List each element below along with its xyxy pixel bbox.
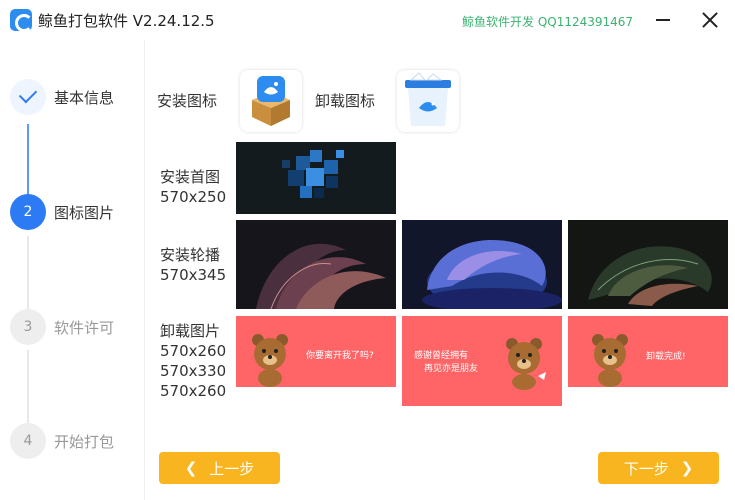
uninstall-size-3: 570x260 — [160, 382, 227, 400]
developer-info: 鲸鱼软件开发 QQ1124391467 — [462, 15, 634, 29]
chevron-left-icon: ❮ — [184, 459, 198, 477]
bloom-art — [422, 240, 562, 309]
app-logo-icon — [10, 9, 33, 32]
step-4-label[interactable]: 开始打包 — [54, 431, 114, 452]
uninstall-text-1: 你要离开我了吗? — [306, 351, 374, 361]
step-connector — [27, 124, 29, 200]
title-bar: 鲸鱼打包软件 V2.24.12.5 鲸鱼软件开发 QQ1124391467 — [0, 0, 735, 40]
minimize-icon — [656, 19, 670, 21]
step-2-circle[interactable]: 2 — [10, 194, 46, 230]
dark-bloom-art — [588, 246, 712, 306]
bear-icon — [506, 338, 546, 390]
install-home-size: 570x250 — [160, 188, 227, 206]
uninstall-image-2[interactable]: 感谢曾经拥有 再见亦是朋友 — [402, 316, 562, 406]
uninstall-icon-label: 卸载图标 — [315, 92, 376, 110]
step-1-label[interactable]: 基本信息 — [54, 87, 114, 108]
trash-icon — [405, 72, 451, 126]
uninstall-images-label: 卸载图片 — [160, 322, 221, 340]
step-1-circle[interactable] — [10, 79, 46, 115]
minimize-button[interactable] — [650, 8, 676, 32]
chevron-right-icon: ❯ — [680, 459, 694, 477]
uninstall-text-4: 卸载完成! — [646, 352, 686, 362]
waves-art — [256, 243, 386, 309]
uninstall-image-1[interactable]: 你要离开我了吗? — [236, 316, 396, 387]
next-button-label: 下一步 — [623, 459, 669, 478]
step-2-label[interactable]: 图标图片 — [54, 202, 114, 223]
step-4-circle[interactable]: 4 — [10, 423, 46, 459]
install-carousel-size: 570x345 — [160, 266, 227, 284]
prev-button[interactable]: ❮ 上一步 — [159, 452, 280, 484]
uninstall-image-3[interactable]: 卸载完成! — [568, 316, 728, 387]
cubes-art — [282, 150, 344, 198]
steps-sidebar: 基本信息 2 图标图片 3 软件许可 4 开始打包 — [0, 40, 145, 500]
next-button[interactable]: 下一步 ❯ — [598, 452, 719, 484]
step-3-circle[interactable]: 3 — [10, 309, 46, 345]
uninstall-icon-picker[interactable] — [397, 70, 459, 132]
uninstall-size-2: 570x330 — [160, 362, 227, 380]
step-connector — [27, 236, 29, 312]
uninstall-size-1: 570x260 — [160, 342, 227, 360]
close-button[interactable] — [700, 10, 720, 30]
step-connector — [27, 350, 29, 426]
install-icon-picker[interactable] — [240, 70, 302, 132]
install-carousel-label: 安装轮播 — [160, 246, 221, 264]
carousel-image-2[interactable] — [402, 220, 562, 309]
carousel-image-3[interactable] — [568, 220, 728, 309]
install-icon-label: 安装图标 — [157, 92, 218, 110]
box-icon — [252, 76, 290, 126]
prev-button-label: 上一步 — [209, 459, 255, 478]
install-home-label: 安装首图 — [160, 168, 221, 186]
carousel-image-1[interactable] — [236, 220, 396, 309]
app-title: 鲸鱼打包软件 V2.24.12.5 — [38, 12, 215, 30]
install-home-image[interactable] — [236, 142, 396, 214]
check-icon — [18, 84, 38, 104]
step-3-label[interactable]: 软件许可 — [54, 317, 114, 338]
